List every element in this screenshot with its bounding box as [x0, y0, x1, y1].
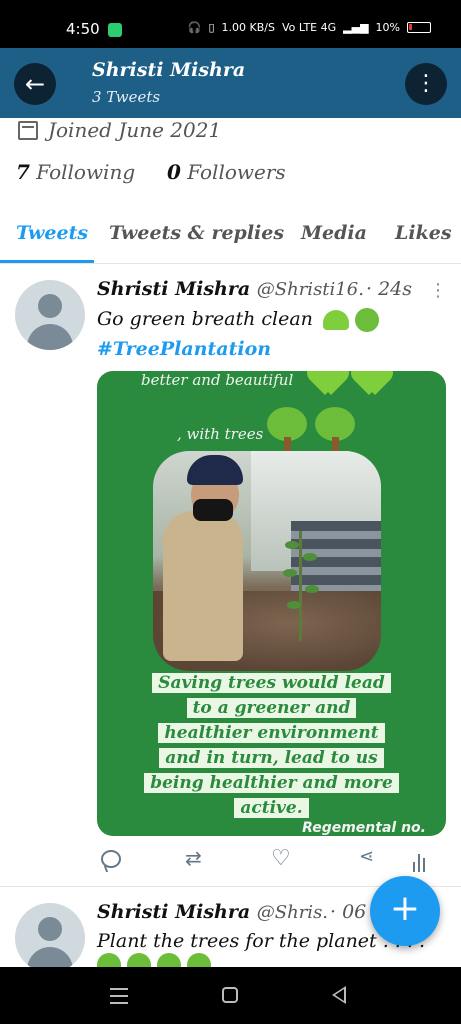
tree-icon — [187, 953, 211, 967]
tweet-author-name: Shristi Mishra — [97, 278, 251, 300]
green-heart-icon — [322, 310, 349, 330]
back-nav-icon[interactable] — [332, 986, 346, 1004]
battery-icon — [407, 22, 431, 33]
tweet-time: · 24s — [366, 278, 413, 300]
followers-label: Followers — [187, 160, 286, 184]
joined-text: Joined June 2021 — [48, 118, 222, 142]
back-button[interactable]: ← — [14, 63, 56, 105]
green-heart-icon — [309, 371, 347, 389]
tree-icon — [315, 407, 355, 453]
signal-icon: ▂▄▆ — [343, 21, 369, 34]
tweet-media-image[interactable]: better and beautiful , with trees Saving… — [97, 371, 446, 836]
tweet-author-handle: @Shristi16. — [256, 279, 364, 300]
tweet-time: · 06 — [330, 901, 367, 923]
tweet-hashtag[interactable]: #TreePlantation — [97, 338, 271, 360]
tweet-author[interactable]: Shristi Mishra @Shris. — [97, 901, 328, 923]
header-tweet-count: 3 Tweets — [92, 88, 161, 106]
tweet-author-handle: @Shris. — [256, 902, 329, 923]
status-time: 4:50 — [66, 20, 100, 38]
status-indicators: 🎧 ▯ 1.00 KB/S Vo LTE 4G ▂▄▆ 10% — [188, 21, 431, 34]
media-caption-line1: better and beautiful — [141, 371, 294, 389]
green-heart-icon — [353, 371, 391, 389]
tab-tweets[interactable]: Tweets — [16, 222, 88, 244]
like-icon[interactable]: ♡ — [271, 846, 297, 872]
tab-tweets-replies[interactable]: Tweets & replies — [109, 222, 284, 244]
compose-tweet-button[interactable]: + — [370, 876, 440, 946]
calendar-icon — [18, 120, 38, 140]
follow-counts: 7 Following 0 Followers — [16, 160, 286, 184]
followers-link[interactable]: 0 Followers — [167, 160, 286, 184]
more-options-button[interactable]: ⋮ — [405, 63, 447, 105]
tweet-text: Go green breath clean — [97, 308, 380, 332]
share-icon[interactable]: ⋖ — [359, 846, 385, 872]
analytics-icon[interactable] — [413, 852, 439, 872]
headset-icon: 🎧 — [187, 21, 202, 34]
more-vertical-icon: ⋮ — [415, 71, 437, 96]
followers-count: 0 — [166, 160, 181, 184]
media-quote: Saving trees would lead to a greener and… — [97, 671, 446, 821]
system-nav-bar — [0, 967, 461, 1024]
recent-apps-icon[interactable] — [110, 988, 128, 1004]
status-bar: 4:50 🎧 ▯ 1.00 KB/S Vo LTE 4G ▂▄▆ 10% — [0, 0, 461, 48]
notification-app-icon — [108, 23, 122, 37]
retweet-icon[interactable]: ⇄ — [185, 846, 211, 872]
header-title: Shristi Mishra — [92, 59, 246, 81]
media-caption-line2: , with trees — [177, 425, 264, 443]
tweet-text-content: Go green breath clean — [97, 308, 313, 330]
quote-line: active. — [234, 798, 309, 818]
quote-line: to a greener and — [186, 698, 357, 718]
planting-photo — [153, 451, 381, 671]
tweet-author[interactable]: Shristi Mishra @Shristi16. — [97, 278, 364, 300]
tweet-emojis — [97, 953, 211, 967]
tab-likes[interactable]: Likes — [395, 222, 452, 244]
network-speed: 1.00 KB/S — [221, 21, 275, 34]
following-label: Following — [36, 160, 136, 184]
plus-icon: + — [389, 888, 421, 929]
vibrate-icon: ▯ — [208, 21, 215, 34]
avatar[interactable] — [15, 903, 85, 973]
quote-line: being healthier and more — [144, 773, 399, 793]
media-footer-text: Regemental no. — [302, 820, 426, 836]
active-tab-indicator — [0, 260, 94, 263]
network-type: Vo LTE 4G — [281, 21, 337, 34]
reply-icon[interactable] — [101, 850, 121, 868]
profile-tabs: Tweets Tweets & replies Media Likes — [0, 212, 461, 264]
tree-icon — [355, 308, 380, 332]
following-count: 7 — [16, 160, 30, 184]
tweet-more-icon[interactable]: ⋮ — [429, 280, 447, 301]
following-link[interactable]: 7 Following — [16, 160, 135, 184]
tree-icon — [267, 407, 307, 453]
palm-tree-icon — [127, 953, 151, 967]
home-icon[interactable] — [222, 987, 238, 1003]
quote-line: healthier environment — [158, 723, 385, 743]
tree-icon — [157, 953, 181, 967]
tweet-author-name: Shristi Mishra — [97, 901, 251, 923]
quote-line: and in turn, lead to us — [159, 748, 384, 768]
green-heart-icon — [97, 953, 121, 967]
arrow-left-icon: ← — [24, 70, 46, 98]
tab-media[interactable]: Media — [301, 222, 367, 244]
profile-header-bar: ← Shristi Mishra 3 Tweets ⋮ — [0, 48, 461, 118]
joined-date: Joined June 2021 — [18, 118, 221, 142]
quote-line: Saving trees would lead — [152, 673, 391, 693]
tweet-text: Plant the trees for the planet . . . . — [97, 930, 426, 952]
tweet-actions: ⇄ ♡ ⋖ — [97, 846, 437, 876]
battery-percent: 10% — [375, 21, 400, 34]
avatar[interactable] — [15, 280, 85, 350]
